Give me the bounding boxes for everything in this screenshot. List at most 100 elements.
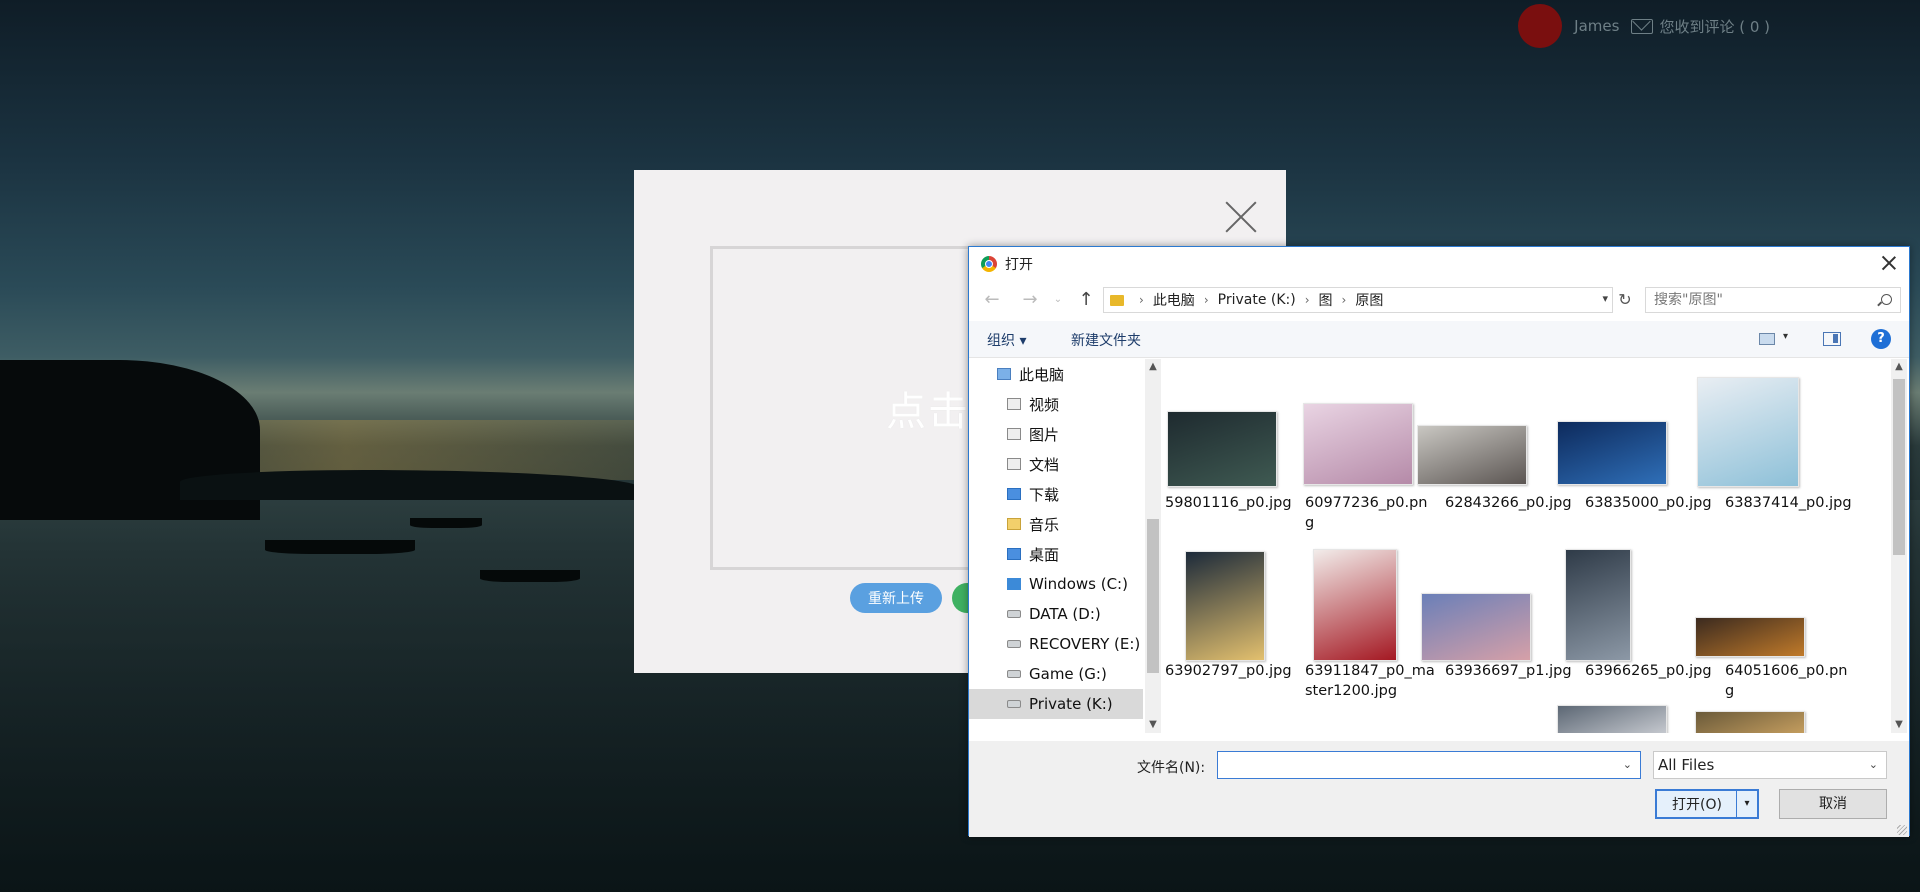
close-icon[interactable] bbox=[1879, 253, 1899, 273]
drive-icon bbox=[1007, 700, 1021, 708]
nav-item[interactable]: 图片 bbox=[969, 419, 1143, 449]
resize-grip[interactable] bbox=[1897, 825, 1907, 835]
nav-item[interactable]: Windows (C:) bbox=[969, 569, 1143, 599]
file-thumbnail bbox=[1565, 549, 1631, 661]
nav-item[interactable]: 此电脑 bbox=[969, 359, 1143, 389]
refresh-icon[interactable]: ↻ bbox=[1615, 290, 1635, 310]
nav-item[interactable]: Game (G:) bbox=[969, 659, 1143, 689]
dialog-title: 打开 bbox=[1005, 257, 1033, 273]
pictures-icon bbox=[1007, 428, 1021, 440]
file-name: 63902797_p0.jpg bbox=[1165, 663, 1292, 679]
chrome-icon bbox=[981, 256, 997, 272]
chevron-right-icon: › bbox=[1139, 293, 1144, 307]
help-icon[interactable]: ? bbox=[1871, 329, 1891, 349]
up-arrow-icon[interactable]: ↑ bbox=[1075, 289, 1097, 311]
nav-scroll-thumb[interactable] bbox=[1147, 519, 1159, 673]
file-thumbnail[interactable] bbox=[1557, 705, 1667, 733]
nav-item-label: Private (K:) bbox=[1029, 695, 1113, 713]
file-list: 59801116_p0.jpg 60977236_p0.png 62843266_p… bbox=[1165, 365, 1887, 733]
view-options-icon[interactable] bbox=[1759, 333, 1775, 345]
file-thumbnail bbox=[1421, 593, 1531, 661]
breadcrumb-item[interactable]: Private (K:) bbox=[1218, 292, 1296, 308]
forward-arrow-icon[interactable]: → bbox=[1019, 289, 1041, 311]
username[interactable]: James bbox=[1574, 17, 1619, 35]
open-file-dialog: 打开 ← → ⌄ ↑ › 此电脑 › Private (K:) › 图 › 原图… bbox=[968, 246, 1910, 837]
scroll-up-icon[interactable]: ▲ bbox=[1145, 359, 1161, 375]
navigation-pane: 此电脑视频 图片文档下载 音乐桌面 Windows (C:) DATA (D:) RECO… bbox=[969, 359, 1144, 733]
file-name: 63837414_p0.jpg bbox=[1725, 495, 1852, 511]
breadcrumb-item[interactable]: 此电脑 bbox=[1153, 290, 1195, 310]
comments-label: 您收到评论 ( 0 ) bbox=[1659, 17, 1770, 36]
close-icon[interactable] bbox=[1224, 200, 1258, 234]
back-arrow-icon[interactable]: ← bbox=[981, 289, 1003, 311]
nav-item-label: Game (G:) bbox=[1029, 665, 1107, 683]
scroll-down-icon[interactable]: ▼ bbox=[1145, 717, 1161, 733]
nav-item[interactable]: 音乐 bbox=[969, 509, 1143, 539]
breadcrumb-item[interactable]: 图 bbox=[1319, 290, 1333, 310]
chevron-down-icon[interactable]: ▾ bbox=[1783, 331, 1788, 342]
file-thumbnail bbox=[1697, 377, 1799, 487]
file-type-select[interactable]: All Files ⌄ bbox=[1653, 751, 1887, 779]
nav-item[interactable]: Private (K:) bbox=[969, 689, 1143, 719]
organize-menu[interactable]: 组织 ▾ bbox=[987, 330, 1026, 350]
file-scrollbar[interactable]: ▲ ▼ bbox=[1891, 359, 1907, 733]
pc-icon bbox=[997, 368, 1011, 380]
open-button[interactable]: 打开(O) ▾ bbox=[1655, 789, 1759, 819]
nav-item[interactable]: 桌面 bbox=[969, 539, 1143, 569]
recent-locations-icon[interactable]: ⌄ bbox=[1047, 289, 1069, 311]
open-button-label: 打开(O) bbox=[1672, 797, 1722, 813]
nav-item-label: RECOVERY (E:) bbox=[1029, 635, 1141, 653]
nav-item[interactable]: DATA (D:) bbox=[969, 599, 1143, 629]
chevron-right-icon: › bbox=[1304, 293, 1310, 307]
cancel-button[interactable]: 取消 bbox=[1779, 789, 1887, 819]
file-type-value: All Files bbox=[1658, 756, 1715, 774]
file-thumbnail[interactable] bbox=[1695, 711, 1805, 733]
filename-label: 文件名(N): bbox=[1137, 760, 1206, 776]
desktop-icon bbox=[1007, 548, 1021, 560]
nav-item-label: Windows (C:) bbox=[1029, 575, 1128, 593]
scroll-up-icon[interactable]: ▲ bbox=[1891, 359, 1907, 375]
file-name: 62843266_p0.jpg bbox=[1445, 495, 1572, 511]
file-name: 64051606_p0.png bbox=[1725, 663, 1848, 699]
scroll-down-icon[interactable]: ▼ bbox=[1891, 717, 1907, 733]
reupload-button[interactable]: 重新上传 bbox=[850, 583, 942, 613]
nav-item[interactable]: 文档 bbox=[969, 449, 1143, 479]
file-thumbnail bbox=[1417, 425, 1527, 485]
nav-scrollbar[interactable]: ▲ ▼ bbox=[1145, 359, 1161, 733]
address-bar[interactable]: › 此电脑 › Private (K:) › 图 › 原图 ▾ bbox=[1103, 287, 1613, 313]
preview-pane-icon[interactable] bbox=[1823, 332, 1841, 346]
dialog-footer: 文件名(N): ⌄ All Files ⌄ 打开(O) ▾ 取消 bbox=[969, 741, 1909, 837]
search-icon bbox=[1881, 294, 1892, 305]
file-thumbnail bbox=[1313, 549, 1397, 661]
nav-item-label: 此电脑 bbox=[1019, 365, 1065, 384]
dialog-titlebar: 打开 bbox=[969, 247, 1909, 281]
chevron-down-icon[interactable]: ▾ bbox=[1736, 791, 1757, 817]
nav-item-label: DATA (D:) bbox=[1029, 605, 1101, 623]
nav-item[interactable]: 视频 bbox=[969, 389, 1143, 419]
chevron-down-icon[interactable]: ▾ bbox=[1602, 292, 1608, 305]
nav-item[interactable]: 下载 bbox=[969, 479, 1143, 509]
file-name: 63835000_p0.jpg bbox=[1585, 495, 1712, 511]
music-icon bbox=[1007, 518, 1021, 530]
search-input[interactable]: 搜索"原图" bbox=[1645, 287, 1901, 313]
breadcrumb-item[interactable]: 原图 bbox=[1355, 290, 1383, 310]
nav-item-label: 文档 bbox=[1029, 455, 1060, 474]
file-thumbnail bbox=[1167, 411, 1277, 487]
downloads-icon bbox=[1007, 488, 1021, 500]
comments-link[interactable]: 您收到评论 ( 0 ) bbox=[1631, 16, 1770, 37]
nav-item[interactable]: RECOVERY (E:) bbox=[969, 629, 1143, 659]
nav-item-label: 桌面 bbox=[1029, 545, 1060, 564]
file-scroll-thumb[interactable] bbox=[1893, 379, 1905, 555]
background-boat bbox=[480, 570, 580, 582]
file-name: 59801116_p0.jpg bbox=[1165, 495, 1292, 511]
avatar[interactable] bbox=[1518, 4, 1563, 48]
filename-input[interactable]: ⌄ bbox=[1217, 751, 1641, 779]
new-folder-button[interactable]: 新建文件夹 bbox=[1071, 330, 1141, 350]
documents-icon bbox=[1007, 458, 1021, 470]
drive-icon bbox=[1007, 670, 1021, 678]
chevron-right-icon: › bbox=[1203, 293, 1209, 307]
user-bar: James 您收到评论 ( 0 ) bbox=[1518, 4, 1770, 48]
background-boat bbox=[265, 540, 415, 554]
chevron-down-icon[interactable]: ⌄ bbox=[1623, 758, 1632, 771]
chevron-right-icon: › bbox=[1341, 293, 1347, 307]
